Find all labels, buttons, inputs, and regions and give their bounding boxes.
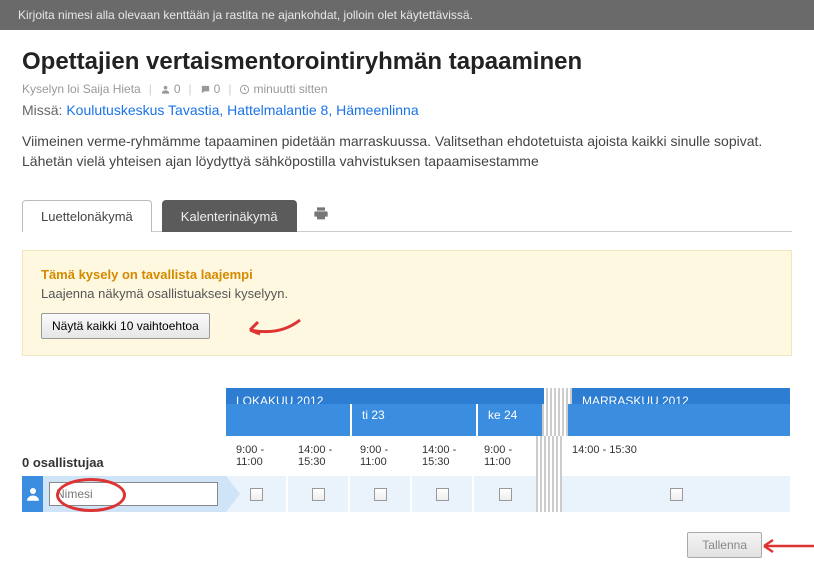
- print-icon[interactable]: [313, 206, 329, 225]
- time-slot: 14:00 - 15:30: [412, 436, 474, 476]
- collapsed-gap-icon: [536, 476, 562, 512]
- checkbox-cell: [562, 476, 792, 512]
- location-label: Missä:: [22, 102, 62, 118]
- name-input-row: [22, 476, 226, 512]
- checkbox-cell: [474, 476, 536, 512]
- instruction-bar: Kirjoita nimesi alla olevaan kenttään ja…: [0, 0, 814, 30]
- time-slot: 9:00 - 11:00: [474, 436, 536, 476]
- checkbox-cell: [350, 476, 412, 512]
- page-title: Opettajien vertaismentorointiryhmän tapa…: [22, 48, 792, 76]
- day-header: ke 24: [478, 404, 542, 436]
- time-slot: 14:00 - 15:30: [288, 436, 350, 476]
- collapsed-gap-icon: [536, 436, 562, 476]
- participants-label: 0 osallistujaa: [22, 455, 226, 470]
- tab-list-view[interactable]: Luettelonäkymä: [22, 200, 152, 232]
- meta-row: Kyselyn loi Saija Hieta | 0 | 0 | minuut…: [22, 82, 792, 96]
- time-ago: minuutti sitten: [239, 82, 327, 96]
- checkbox-cell: [288, 476, 350, 512]
- day-header: ti 23: [352, 404, 478, 436]
- location-row: Missä: Koulutuskeskus Tavastia, Hattelma…: [22, 102, 792, 118]
- notice-box: Tämä kysely on tavallista laajempi Laaje…: [22, 250, 792, 356]
- day-header: [226, 404, 352, 436]
- tab-calendar-view[interactable]: Kalenterinäkymä: [162, 200, 297, 232]
- person-icon: [160, 84, 171, 95]
- option-checkbox[interactable]: [436, 488, 449, 501]
- name-input[interactable]: [49, 482, 218, 506]
- description-text: Viimeinen verme-ryhmämme tapaaminen pide…: [22, 132, 792, 171]
- option-checkbox[interactable]: [499, 488, 512, 501]
- instruction-text: Kirjoita nimesi alla olevaan kenttään ja…: [18, 8, 473, 22]
- collapsed-gap-icon: [542, 404, 568, 436]
- option-checkbox[interactable]: [250, 488, 263, 501]
- time-slot: 14:00 - 15:30: [562, 436, 792, 476]
- speech-bubble-icon: [200, 84, 211, 95]
- comments-count: 0: [200, 82, 221, 96]
- notice-title: Tämä kysely on tavallista laajempi: [41, 267, 773, 282]
- clock-icon: [239, 84, 250, 95]
- option-checkbox[interactable]: [670, 488, 683, 501]
- day-header: [568, 404, 792, 436]
- created-by: Kyselyn loi Saija Hieta: [22, 82, 141, 96]
- time-slot: 9:00 - 11:00: [226, 436, 288, 476]
- notice-desc: Laajenna näkymä osallistuaksesi kyselyyn…: [41, 286, 773, 301]
- tabs: Luettelonäkymä Kalenterinäkymä: [22, 199, 792, 232]
- row-arrow-icon: [226, 476, 240, 512]
- avatar-icon: [22, 476, 43, 512]
- save-button[interactable]: Tallenna: [687, 532, 762, 558]
- checkbox-cell: [412, 476, 474, 512]
- participants-count: 0: [160, 82, 181, 96]
- time-slot: 9:00 - 11:00: [350, 436, 412, 476]
- option-checkbox[interactable]: [374, 488, 387, 501]
- option-checkbox[interactable]: [312, 488, 325, 501]
- expand-options-button[interactable]: Näytä kaikki 10 vaihtoehtoa: [41, 313, 210, 339]
- location-link[interactable]: Koulutuskeskus Tavastia, Hattelmalantie …: [66, 102, 418, 118]
- schedule-table: 0 osallistujaa LOKAKUU 2012to 18 MARRASK…: [22, 388, 792, 512]
